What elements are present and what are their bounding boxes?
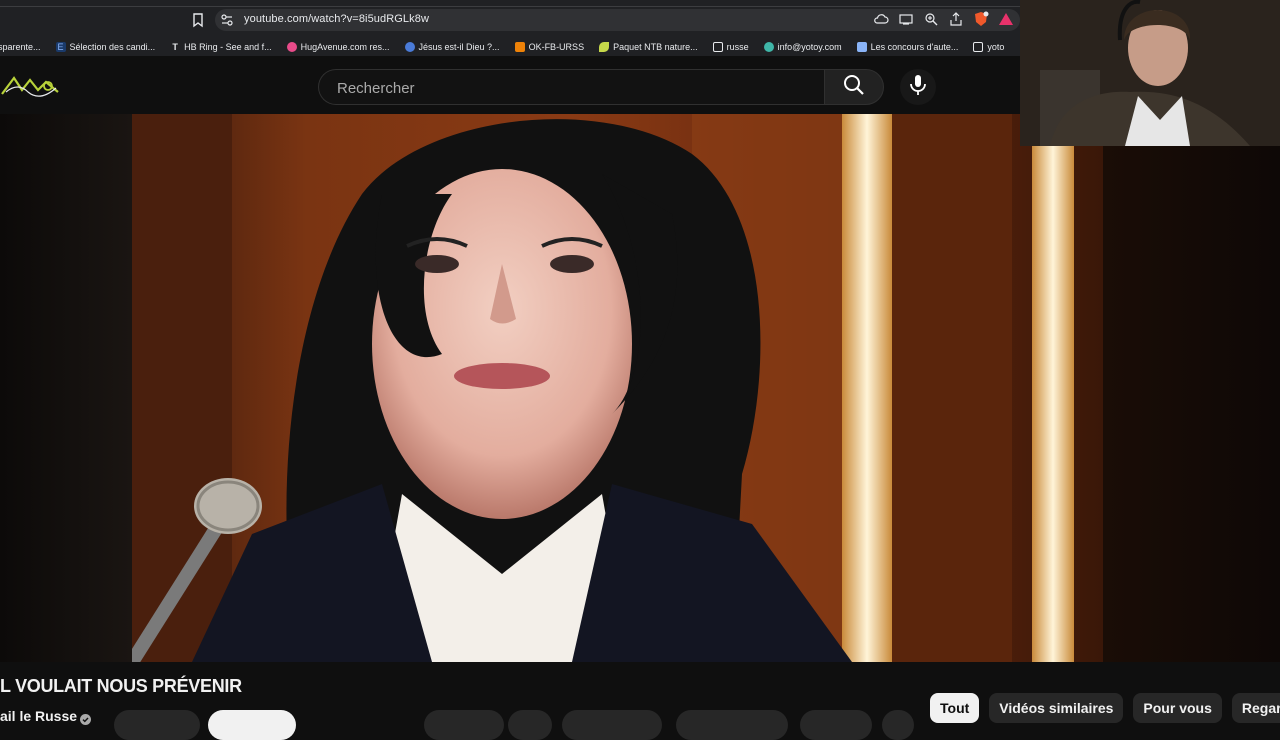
brave-rewards-icon[interactable] (998, 11, 1014, 27)
related-chips: Tout Vidéos similaires Pour vous Regardé… (930, 693, 1280, 723)
bookmark-label: yoto (987, 42, 1005, 52)
bookmark-label: russe (726, 42, 749, 52)
bookmark-folder[interactable]: russe (712, 42, 749, 52)
bookmark-item[interactable]: info@yotoy.com (763, 42, 842, 52)
bookmark-label: sparente... (0, 42, 41, 52)
channel-name[interactable]: ail le Russe (0, 708, 77, 724)
ok-icon (514, 42, 525, 52)
tab-strip-divider (0, 6, 1022, 7)
share-button[interactable] (562, 710, 662, 740)
webcam-overlay (1020, 0, 1280, 146)
bookmark-item[interactable]: OK-FB-URSS (514, 42, 585, 52)
zoom-icon[interactable] (923, 11, 939, 27)
bookmark-item[interactable]: HugAvenue.com res... (286, 42, 390, 52)
bookmark-item[interactable]: T HB Ring - See and f... (170, 42, 272, 52)
bookmark-item[interactable]: Les concours d'aute... (856, 42, 959, 52)
url-text[interactable]: youtube.com/watch?v=8i5udRGLk8w (244, 13, 429, 25)
channel-logo-icon[interactable] (0, 72, 62, 100)
clip-button[interactable] (800, 710, 872, 740)
bookmark-label: Les concours d'aute... (870, 42, 959, 52)
video-frame-image (132, 114, 1074, 662)
save-button[interactable] (676, 710, 788, 740)
folder-icon (973, 42, 984, 52)
search-icon (843, 74, 865, 101)
video-title: L VOULAIT NOUS PRÉVENIR (0, 676, 242, 696)
video-frame[interactable] (132, 114, 1103, 662)
bookmark-item[interactable]: Paquet NTB nature... (599, 42, 698, 52)
dislike-button[interactable] (508, 710, 552, 740)
bookmark-label: Jésus est-il Dieu ?... (418, 42, 500, 52)
search-input[interactable] (335, 70, 809, 106)
share-icon[interactable] (948, 11, 964, 27)
bookmark-item[interactable]: E Sélection des candi... (55, 42, 156, 52)
cast-icon[interactable] (898, 11, 914, 27)
video-letterbox-left (0, 114, 132, 662)
t-icon: T (172, 42, 178, 52)
leaf-icon (599, 42, 610, 52)
webcam-image (1020, 0, 1280, 146)
youtube-header (0, 56, 1022, 114)
brave-shields-icon[interactable] (973, 11, 989, 27)
voice-search-button[interactable] (900, 69, 936, 105)
bookmark-label: OK-FB-URSS (528, 42, 585, 52)
e-icon: E (55, 42, 66, 52)
globe-icon (404, 42, 415, 52)
bookmark-star-icon[interactable] (190, 12, 206, 28)
bookmarks-bar: sparente... E Sélection des candi... T H… (0, 38, 1022, 56)
verified-badge-icon (80, 712, 91, 725)
bookmark-label: Paquet NTB nature... (613, 42, 698, 52)
chip-for-you[interactable]: Pour vous (1133, 693, 1222, 723)
bookmark-item[interactable]: sparente... (0, 42, 41, 52)
mail-icon (763, 42, 774, 52)
video-player[interactable] (0, 114, 1280, 662)
join-button[interactable] (114, 710, 200, 740)
cloud-sync-icon[interactable] (873, 11, 889, 27)
folder-icon (712, 42, 723, 52)
subscribe-button[interactable] (208, 710, 296, 740)
omnibox-actions (873, 11, 1014, 27)
chip-all[interactable]: Tout (930, 693, 980, 723)
bookmark-label: HugAvenue.com res... (300, 42, 390, 52)
bookmark-label: Sélection des candi... (69, 42, 156, 52)
like-button[interactable] (424, 710, 504, 740)
bookmark-item[interactable]: Jésus est-il Dieu ?... (404, 42, 500, 52)
bookmark-label: info@yotoy.com (777, 42, 842, 52)
bookmark-folder[interactable]: yoto (973, 42, 1004, 52)
site-icon (856, 42, 867, 52)
bookmark-label: HB Ring - See and f... (184, 42, 272, 52)
chip-watched[interactable]: Regardées (1231, 693, 1280, 723)
site-info-icon[interactable] (220, 13, 234, 27)
more-actions-button[interactable] (882, 710, 914, 740)
heart-icon (286, 42, 297, 52)
search-button[interactable] (824, 69, 884, 105)
video-letterbox-right (1103, 146, 1280, 662)
browser-address-bar: youtube.com/watch?v=8i5udRGLk8w (0, 0, 1022, 38)
chip-similar[interactable]: Vidéos similaires (989, 693, 1124, 723)
microphone-icon (909, 74, 927, 101)
search-box (318, 69, 824, 106)
